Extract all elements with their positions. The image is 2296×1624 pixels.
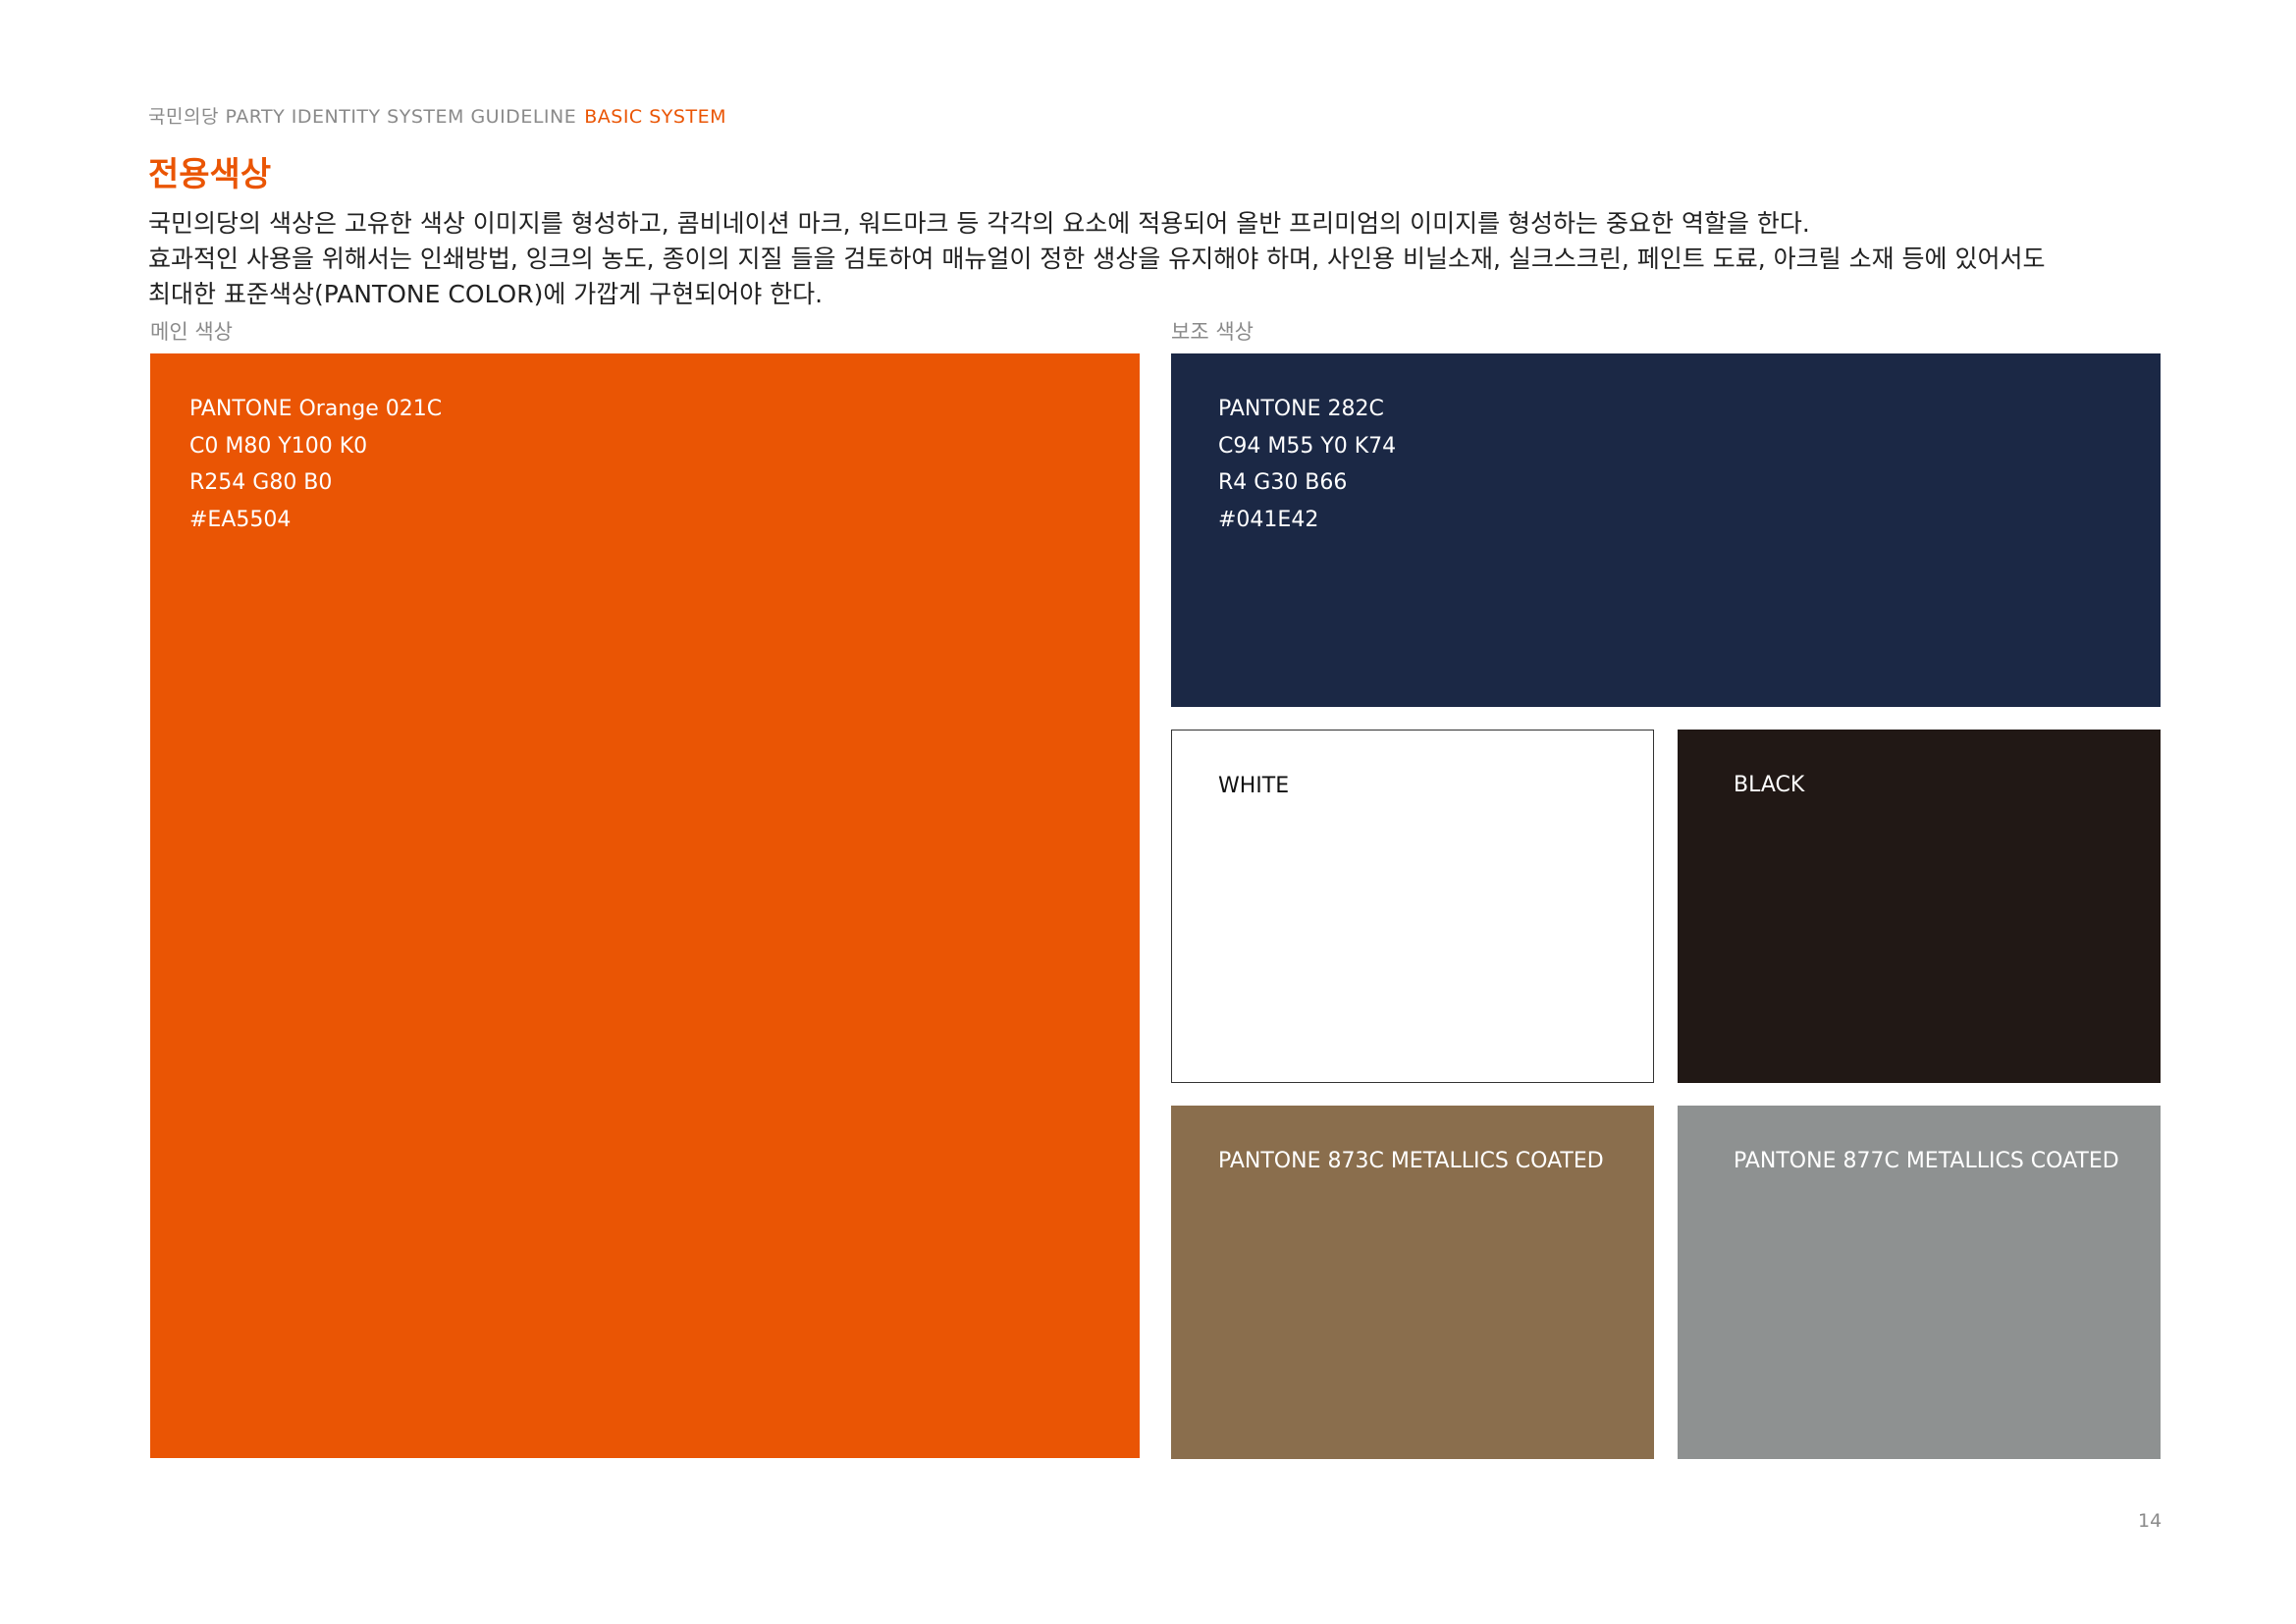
swatch-orange-rgb: R254 G80 B0: [189, 470, 333, 495]
swatch-navy-hex: #041E42: [1218, 507, 1319, 532]
swatch-black-name: BLACK: [1734, 773, 1805, 797]
swatch-orange-name: PANTONE Orange 021C: [189, 397, 443, 421]
swatch-navy-rgb: R4 G30 B66: [1218, 470, 1348, 495]
page-title: 전용색상: [148, 155, 272, 194]
guideline-title: 국민의당 PARTY IDENTITY SYSTEM GUIDELINE: [148, 106, 577, 128]
swatch-silver-name: PANTONE 877C METALLICS COATED: [1734, 1149, 2119, 1173]
swatch-orange-cmyk: C0 M80 Y100 K0: [189, 433, 368, 459]
intro-paragraph: 국민의당의 색상은 고유한 색상 이미지를 형성하고, 콤비네이션 마크, 워드…: [148, 206, 2210, 312]
swatch-navy-name: PANTONE 282C: [1218, 397, 1384, 421]
swatch-gold-name: PANTONE 873C METALLICS COATED: [1218, 1149, 1604, 1173]
swatch-navy-info: PANTONE 282C C94 M55 Y0 K74 R4 G30 B66 #…: [1218, 391, 1396, 538]
swatch-black: BLACK: [1678, 730, 2161, 1083]
swatch-navy-cmyk: C94 M55 Y0 K74: [1218, 433, 1397, 459]
swatch-navy: PANTONE 282C C94 M55 Y0 K74 R4 G30 B66 #…: [1171, 353, 2161, 707]
document-header: 국민의당 PARTY IDENTITY SYSTEM GUIDELINE BASI…: [148, 102, 726, 129]
swatch-orange: PANTONE Orange 021C C0 M80 Y100 K0 R254 …: [150, 353, 1140, 1458]
section-name: BASIC SYSTEM: [584, 106, 726, 128]
swatch-black-info: BLACK: [1734, 767, 1804, 804]
intro-line-3: 최대한 표준색상(PANTONE COLOR)에 가깝게 구현되어야 한다.: [148, 280, 824, 308]
swatch-white: WHITE: [1171, 730, 1654, 1083]
swatch-white-info: WHITE: [1218, 768, 1289, 805]
intro-line-1: 국민의당의 색상은 고유한 색상 이미지를 형성하고, 콤비네이션 마크, 워드…: [148, 209, 1810, 238]
main-color-label: 메인 색상: [150, 320, 233, 344]
swatch-orange-hex: #EA5504: [189, 507, 292, 532]
swatch-gold-info: PANTONE 873C METALLICS COATED: [1218, 1143, 1604, 1180]
swatch-orange-info: PANTONE Orange 021C C0 M80 Y100 K0 R254 …: [189, 391, 442, 538]
page-number: 14: [2138, 1510, 2163, 1532]
swatch-gold: PANTONE 873C METALLICS COATED: [1171, 1106, 1654, 1459]
swatch-white-name: WHITE: [1218, 774, 1290, 798]
swatch-silver: PANTONE 877C METALLICS COATED: [1678, 1106, 2161, 1459]
swatch-silver-info: PANTONE 877C METALLICS COATED: [1734, 1143, 2119, 1180]
sub-color-label: 보조 색상: [1171, 320, 1254, 344]
intro-line-2: 효과적인 사용을 위해서는 인쇄방법, 잉크의 농도, 종이의 지질 들을 검토…: [148, 244, 2046, 273]
